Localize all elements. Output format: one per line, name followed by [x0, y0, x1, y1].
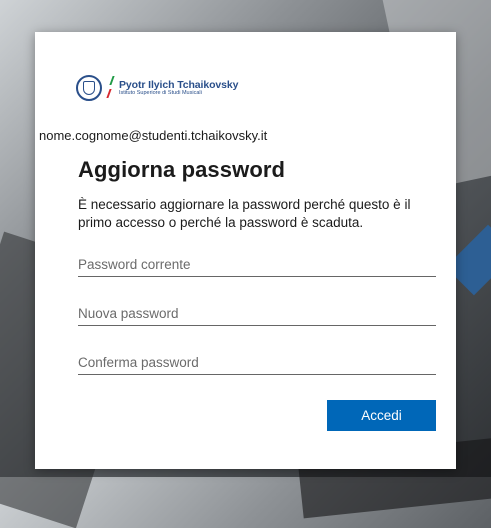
- new-password-input[interactable]: [78, 301, 436, 325]
- description-text: È necessario aggiornare la password perc…: [78, 197, 411, 230]
- institution-name: Pyotr Ilyich Tchaikovsky: [119, 78, 239, 91]
- sign-in-button[interactable]: Accedi: [327, 400, 436, 431]
- page-title: Aggiorna password: [78, 157, 286, 182]
- current-password-input[interactable]: [78, 252, 436, 276]
- institution-logo: Pyotr Ilyich Tchaikovsky Istituto Superi…: [76, 73, 238, 103]
- seal-icon: [76, 75, 102, 101]
- institution-subtitle: Istituto Superiore di Studi Musicali: [119, 90, 202, 96]
- account-email: nome.cognome@studenti.tchaikovsky.it: [39, 128, 268, 143]
- new-password-field: [78, 301, 436, 326]
- current-password-field: [78, 252, 436, 277]
- confirm-password-input[interactable]: [78, 350, 436, 374]
- confirm-password-field: [78, 350, 436, 375]
- password-update-card: Pyotr Ilyich Tchaikovsky Istituto Superi…: [35, 32, 456, 469]
- flag-icon: [106, 73, 116, 103]
